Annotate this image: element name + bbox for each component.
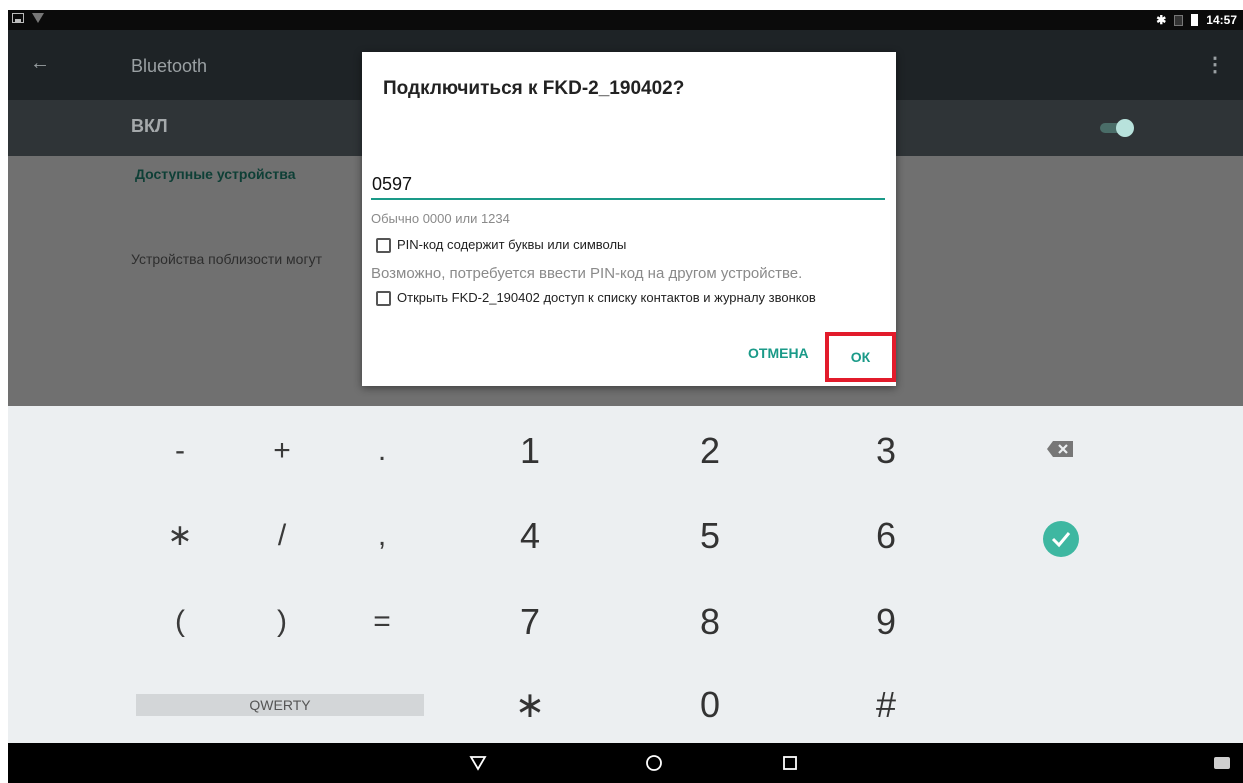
key-label: / (277, 519, 287, 552)
key-label: + (273, 434, 291, 467)
back-arrow-icon[interactable]: ← (30, 52, 50, 75)
recents-square-icon[interactable] (760, 743, 820, 783)
key-5[interactable]: 5 (670, 506, 750, 566)
key-hash[interactable]: # (846, 675, 926, 735)
key-open-paren[interactable]: ( (140, 592, 220, 652)
dialog-title: Подключиться к FKD-2_190402? (383, 78, 685, 99)
key-6[interactable]: 6 (846, 506, 926, 566)
key-comma[interactable]: , (342, 506, 422, 566)
screenshot-notification-icon (12, 13, 24, 23)
back-triangle-icon[interactable] (448, 743, 508, 783)
bluetooth-switch[interactable] (1096, 119, 1136, 137)
share-contacts-checkbox[interactable] (376, 291, 391, 306)
key-label: ) (277, 605, 287, 638)
available-devices-header: Доступные устройства (135, 166, 296, 182)
pin-letters-checkbox-row[interactable]: PIN-код содержит буквы или символы (376, 237, 626, 253)
pin-letters-checkbox[interactable] (376, 238, 391, 253)
key-label: 8 (699, 601, 721, 642)
key-label: , (377, 519, 387, 552)
key-label: ∗ (514, 684, 546, 725)
key-label: ( (175, 605, 185, 638)
key-1[interactable]: 1 (490, 421, 570, 481)
key-label: # (875, 684, 897, 725)
key-period[interactable]: . (342, 421, 422, 481)
top-margin (0, 0, 1243, 10)
pin-letters-label: PIN-код содержит буквы или символы (397, 237, 627, 252)
key-slash[interactable]: / (242, 506, 322, 566)
key-minus[interactable]: - (140, 421, 220, 481)
key-plus[interactable]: + (242, 421, 322, 481)
key-8[interactable]: 8 (670, 592, 750, 652)
numeric-keyboard: - + . 1 2 3 ∗ / , 4 5 6 ( ) = 7 8 9 QWER… (8, 406, 1243, 743)
cancel-button[interactable]: ОТМЕНА (748, 345, 809, 361)
key-star[interactable]: ∗ (490, 675, 570, 735)
key-label: 7 (519, 601, 541, 642)
navigation-bar (8, 743, 1243, 783)
toggle-label: ВКЛ (131, 116, 168, 136)
key-label: = (373, 605, 391, 638)
key-0[interactable]: 0 (670, 675, 750, 735)
wifi-icon (32, 13, 44, 23)
pin-note: Возможно, потребуется ввести PIN-код на … (371, 265, 803, 282)
battery-icon (1191, 14, 1199, 26)
key-label: ∗ (167, 519, 193, 552)
key-7[interactable]: 7 (490, 592, 570, 652)
key-label: 5 (699, 515, 721, 556)
key-label: 3 (875, 430, 897, 471)
key-label: 2 (699, 430, 721, 471)
key-asterisk[interactable]: ∗ (140, 506, 220, 566)
pin-input[interactable] (371, 170, 885, 200)
done-check-icon[interactable] (1043, 521, 1079, 557)
bluetooth-icon: ✱ (1156, 13, 1167, 27)
key-label: - (175, 434, 185, 467)
key-label: 1 (519, 430, 541, 471)
key-equals[interactable]: = (342, 592, 422, 652)
key-2[interactable]: 2 (670, 421, 750, 481)
no-sim-icon (1174, 14, 1184, 26)
key-label: 9 (875, 601, 897, 642)
key-3[interactable]: 3 (846, 421, 926, 481)
clock: 14:57 (1206, 13, 1237, 27)
qwerty-switch-key[interactable]: QWERTY (136, 694, 424, 716)
key-label: 0 (699, 684, 721, 725)
backspace-icon[interactable] (1045, 437, 1077, 461)
status-bar: ✱ 14:57 (8, 10, 1243, 30)
key-label: . (377, 434, 387, 467)
key-label: 4 (519, 515, 541, 556)
home-circle-icon[interactable] (624, 743, 684, 783)
share-contacts-label: Открыть FKD-2_190402 доступ к списку кон… (397, 290, 816, 305)
switch-thumb (1116, 119, 1134, 137)
key-9[interactable]: 9 (846, 592, 926, 652)
ok-button[interactable]: ОК (825, 332, 896, 382)
pairing-dialog: Подключиться к FKD-2_190402? Обычно 0000… (362, 52, 896, 386)
nearby-devices-text: Устройства поблизости могут (131, 251, 322, 267)
keyboard-icon[interactable] (1214, 757, 1230, 769)
pin-hint: Обычно 0000 или 1234 (371, 211, 510, 226)
key-4[interactable]: 4 (490, 506, 570, 566)
page-title: Bluetooth (131, 56, 208, 76)
key-close-paren[interactable]: ) (242, 592, 322, 652)
key-label: 6 (875, 515, 897, 556)
share-contacts-checkbox-row[interactable]: Открыть FKD-2_190402 доступ к списку кон… (376, 290, 876, 306)
overflow-menu-icon[interactable]: ⋮ (1205, 52, 1225, 77)
